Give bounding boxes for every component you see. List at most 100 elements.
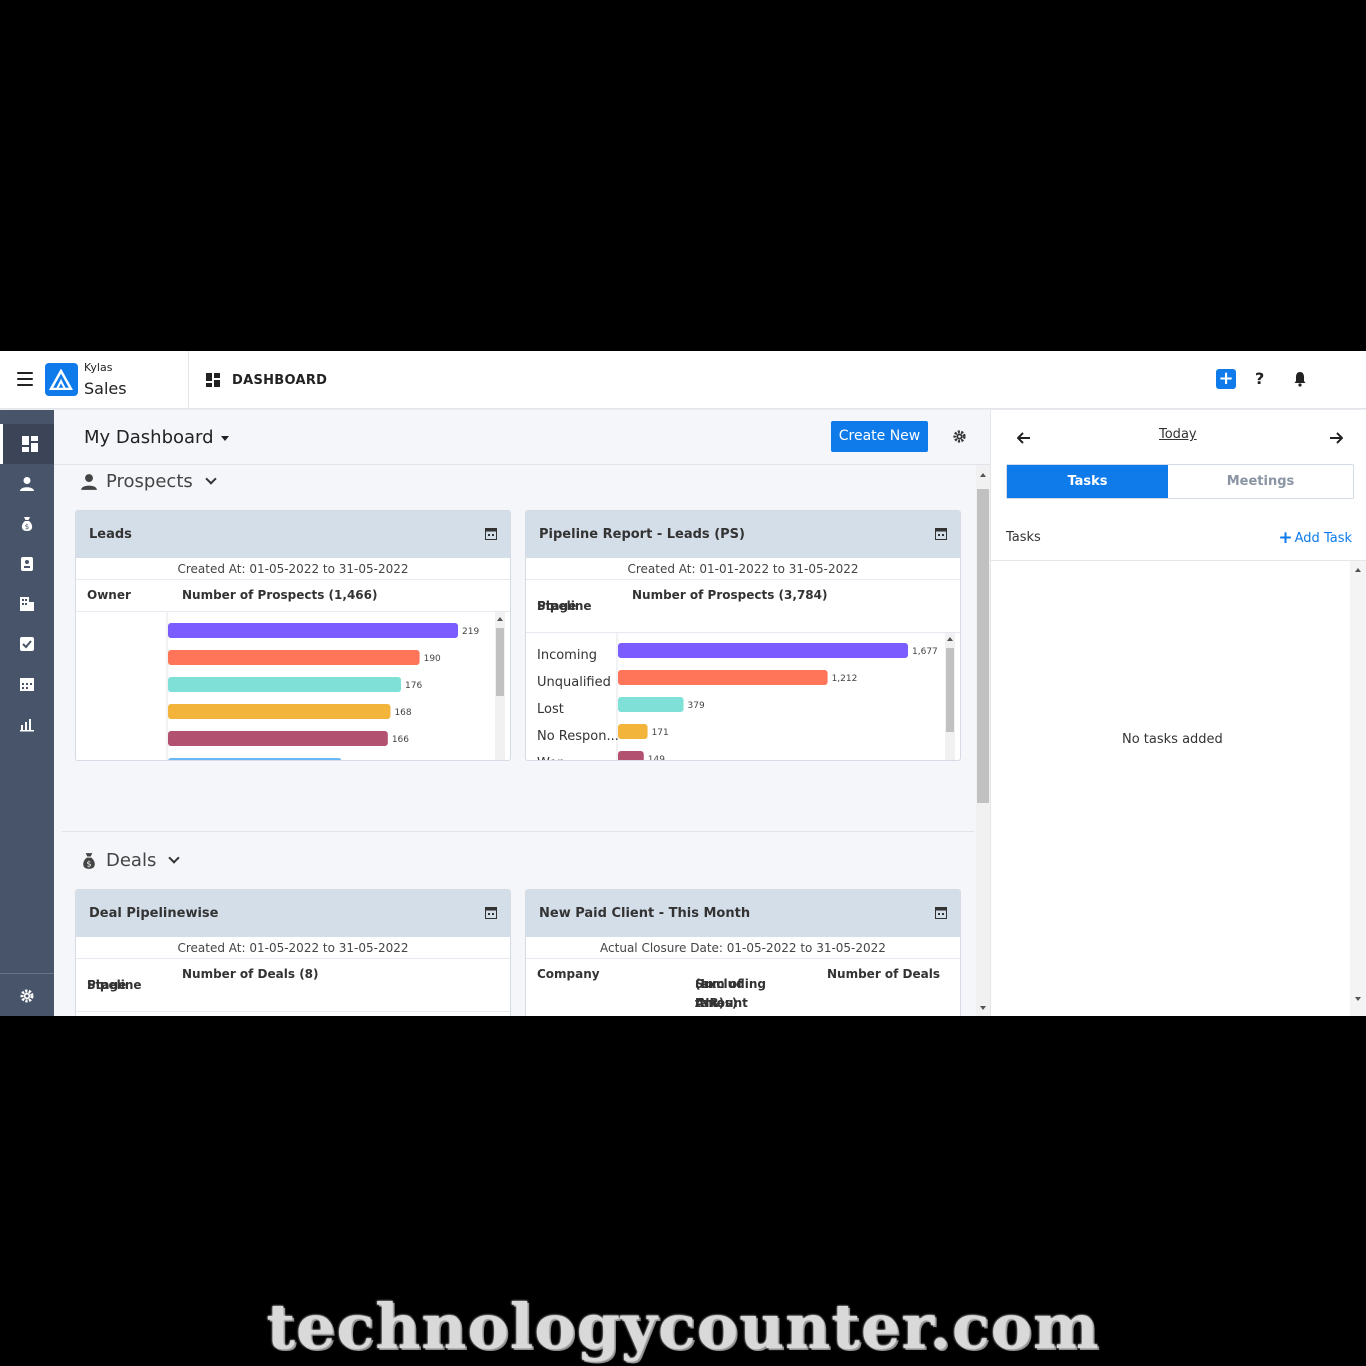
chevron-down-icon[interactable] — [168, 852, 181, 864]
app-window: Kylas Sales DASHBOARD + ? $ My Dashboard… — [0, 351, 1366, 1016]
column-headers: Pipeline Stage Number of Prospects (3,784… — [526, 580, 960, 633]
arrow-left-icon[interactable] — [1017, 432, 1031, 444]
tasks-panel: Today Tasks Meetings Tasks + Add Task No … — [990, 410, 1366, 1016]
kylas-logo — [45, 363, 78, 396]
scroll-up-icon[interactable] — [1355, 568, 1361, 572]
chart-bar — [618, 697, 684, 712]
panel-divider — [991, 560, 1366, 561]
leads-card: Leads Created At: 01-05-2022 to 31-05-20… — [75, 510, 511, 761]
scroll-thumb[interactable] — [977, 489, 989, 803]
sidebar-item-calendar[interactable] — [0, 664, 54, 704]
plus-icon: + — [1278, 528, 1293, 548]
sidebar-item-contacts[interactable] — [0, 464, 54, 504]
scroll-down-icon[interactable] — [1355, 997, 1361, 1001]
bar-value-label: 149 — [648, 755, 665, 761]
column-header-owner: Owner — [87, 588, 131, 602]
hamburger-menu-icon[interactable] — [17, 372, 33, 386]
calendar-icon[interactable] — [935, 527, 947, 540]
chart-scrollbar[interactable] — [945, 633, 955, 760]
section-title: Deals — [106, 850, 157, 871]
card-date-range: Created At: 01-05-2022 to 31-05-2022 — [76, 937, 510, 959]
scroll-up-icon[interactable] — [980, 473, 986, 477]
chart-bar — [618, 670, 828, 685]
column-header-deals: Number of Deals — [827, 967, 941, 981]
money-bag-icon: $ — [21, 517, 33, 531]
watermark-text: technologycounter.com — [266, 1290, 1100, 1363]
section-title: Prospects — [106, 471, 193, 492]
quick-add-button[interactable]: + — [1216, 369, 1236, 389]
section-prospects[interactable]: Prospects — [80, 471, 217, 492]
scroll-up-icon[interactable] — [497, 617, 503, 621]
column-header-count: Number of Deals (8) — [182, 967, 319, 981]
chart-bar — [168, 623, 458, 638]
chart-scrollbar[interactable] — [495, 612, 505, 760]
card-date-range: Created At: 01-01-2022 to 31-05-2022 — [526, 558, 960, 580]
sidebar-item-dashboard[interactable] — [0, 424, 54, 464]
scroll-thumb[interactable] — [946, 648, 954, 732]
user-icon — [81, 474, 97, 490]
card-header: New Paid Client - This Month — [526, 890, 960, 937]
card-header: Leads — [76, 511, 510, 558]
chart-bar — [168, 758, 342, 760]
bar-value-label: 379 — [688, 701, 705, 711]
sidebar-nav: $ — [0, 410, 54, 1016]
header-line: Stage — [537, 599, 577, 613]
dashboard-content: Prospects Leads Created At: 01-05-2022 t… — [54, 465, 974, 1016]
calendar-icon[interactable] — [935, 906, 947, 919]
dashboard-icon — [206, 373, 220, 387]
section-divider — [62, 831, 974, 832]
calendar-icon[interactable] — [485, 906, 497, 919]
top-bar: Kylas Sales DASHBOARD + ? — [0, 351, 1366, 409]
column-header-count: Number of Prospects (3,784) — [632, 588, 828, 602]
deal-pipelinewise-card: Deal Pipelinewise Created At: 01-05-2022… — [75, 889, 511, 1016]
card-title: Deal Pipelinewise — [89, 906, 219, 921]
tab-meetings[interactable]: Meetings — [1168, 465, 1353, 498]
dashboard-header: My Dashboard Create New — [54, 410, 990, 465]
chart-bar — [618, 751, 644, 760]
header-line: Stage — [87, 978, 127, 992]
column-headers: Company Sum of Amount (excluding taxes) (I… — [526, 959, 960, 1016]
sidebar-item-reports[interactable] — [0, 704, 54, 744]
scroll-down-icon[interactable] — [980, 1006, 986, 1010]
calendar-icon[interactable] — [485, 527, 497, 540]
brand-product: Sales — [84, 379, 127, 398]
create-new-button[interactable]: Create New — [831, 421, 928, 452]
category-label: Unqualified — [537, 675, 611, 690]
sidebar-item-address-book[interactable] — [0, 544, 54, 584]
panel-scrollbar[interactable] — [1350, 561, 1366, 1016]
tasks-heading: Tasks — [1006, 530, 1041, 545]
card-header: Pipeline Report - Leads (PS) — [526, 511, 960, 558]
main-scrollbar[interactable] — [976, 465, 990, 1016]
today-link[interactable]: Today — [1159, 427, 1197, 442]
category-label: Lost — [537, 702, 564, 717]
dashboard-title: My Dashboard — [84, 427, 214, 448]
section-deals[interactable]: $ Deals — [80, 850, 181, 871]
calendar-icon — [20, 678, 34, 691]
card-date-range: Actual Closure Date: 01-05-2022 to 31-05… — [526, 937, 960, 959]
tab-tasks[interactable]: Tasks — [1007, 465, 1168, 498]
gear-icon — [20, 989, 34, 1003]
chart-bar — [168, 731, 388, 746]
sidebar-divider — [0, 973, 54, 974]
column-headers: Owner Number of Prospects (1,466) — [76, 580, 510, 612]
add-task-button[interactable]: + Add Task — [1278, 528, 1352, 548]
arrow-right-icon[interactable] — [1329, 432, 1343, 444]
scroll-thumb[interactable] — [496, 628, 504, 696]
dashboard-selector[interactable]: My Dashboard — [84, 427, 229, 448]
help-icon[interactable]: ? — [1255, 369, 1264, 388]
user-icon — [20, 477, 34, 491]
sidebar-item-tasks[interactable] — [0, 624, 54, 664]
bar-value-label: 166 — [392, 735, 409, 745]
scroll-up-icon[interactable] — [947, 637, 953, 641]
bar-value-label: 219 — [462, 627, 479, 637]
gear-icon[interactable] — [952, 429, 967, 444]
sidebar-item-companies[interactable] — [0, 584, 54, 624]
brand-name: Kylas — [84, 361, 113, 374]
sidebar-item-deals[interactable]: $ — [0, 504, 54, 544]
sidebar-item-settings[interactable] — [0, 976, 54, 1016]
add-task-label: Add Task — [1294, 531, 1352, 546]
building-icon — [20, 597, 34, 611]
category-label: No Respon... — [537, 729, 619, 744]
notification-bell-icon[interactable] — [1292, 371, 1308, 387]
chevron-down-icon[interactable] — [205, 473, 217, 485]
